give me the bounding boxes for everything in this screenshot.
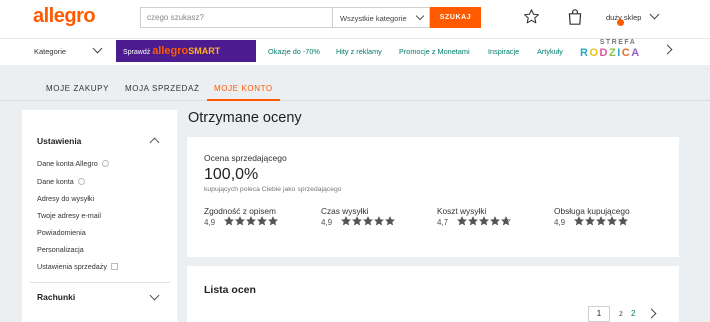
star-icon [607,216,617,226]
star-icon [246,216,256,226]
nav-link-hity[interactable]: Hity z reklamy [336,47,382,56]
star-icon [257,216,267,226]
smart-banner-prefix: Sprawdź [123,49,151,56]
categories-menu[interactable]: Kategorie [34,47,66,56]
star-icon [268,216,278,226]
star-icon [596,216,606,226]
category-select[interactable]: Wszystkie kategorie [332,7,430,28]
nav-link-okazje[interactable]: Okazje do -70% [268,47,320,56]
sidebar-item-adresy-wysylki[interactable]: Adresy do wysyłki [37,194,94,203]
ratings-list-title: Lista ocen [204,284,256,296]
page-total-link[interactable]: 2 [631,309,635,318]
star-icon [490,216,500,226]
strefa-line1: STREFA [599,39,637,46]
star-icon [363,216,373,226]
sidebar-section-ustawienia[interactable]: Ustawienia [37,136,81,146]
sidebar-divider [30,282,170,283]
category-select-label: Wszystkie kategorie [340,14,407,23]
page-number-input[interactable]: 1 [588,306,610,322]
metric-value: 4,9 [204,218,216,227]
metric-value: 4,9 [321,218,333,227]
shopping-bag-icon[interactable] [567,8,583,26]
external-link-icon [110,263,118,270]
tab-moje-konto[interactable]: MOJE KONTO [214,84,273,93]
strefa-rodzica-logo[interactable]: STREFA RODZICA [580,39,656,64]
metric-value: 4,7 [437,218,449,227]
star-icon [501,216,511,226]
sidebar-item-label: Dane konta Allegro [37,159,98,168]
nav-link-artykuly[interactable]: Artykuły [537,47,563,56]
star-icon [457,216,467,226]
smart-banner-suffix: SMART [188,46,221,56]
star-icon [618,216,628,226]
page-title: Otrzymane oceny [188,110,302,126]
metric-name: Obsługa kupującego [554,206,630,216]
rating-value: 100,0% [204,166,259,183]
star-icon [479,216,489,226]
star-rating [224,216,278,228]
star-icon [585,216,595,226]
rating-subtext: kupujących poleca Ciebie jako sprzedając… [204,186,342,193]
star-icon [235,216,245,226]
sidebar-section-rachunki[interactable]: Rachunki [37,292,75,302]
account-tabs [0,65,710,101]
metric-name: Koszt wysyłki [437,206,487,216]
metric-name: Czas wysyłki [321,206,369,216]
sidebar-item-dane-konta[interactable]: Dane konta [37,177,85,186]
nav-link-inspiracje[interactable]: Inspiracje [488,47,519,56]
allegro-smart-banner[interactable]: Sprawdź allegroSMART [116,40,256,62]
smart-banner-brand: allegro [152,45,189,57]
info-icon [77,178,85,185]
info-icon [101,160,109,167]
nav-link-promocje[interactable]: Promocje z Monetami [399,47,470,56]
metric-name: Zgodność z opisem [204,206,276,216]
rating-label: Ocena sprzedającego [204,153,287,163]
tab-moja-sprzedaz[interactable]: MOJA SPRZEDAŻ [125,84,199,93]
star-icon [574,216,584,226]
star-icon [374,216,384,226]
metric-value: 4,9 [554,218,566,227]
sidebar-item-powiadomienia[interactable]: Powiadomienia [37,228,86,237]
star-rating [574,216,628,228]
search-input[interactable]: czego szukasz? [140,7,332,28]
search-button[interactable]: SZUKAJ [430,7,481,28]
sidebar-item-label: Ustawienia sprzedaży [37,262,107,271]
star-rating [341,216,395,228]
star-rating [457,216,511,228]
sidebar-item-label: Dane konta [37,177,74,186]
sidebar-item-ustawienia-sprzedazy[interactable]: Ustawienia sprzedaży [37,262,118,271]
page-of-label: z [619,309,623,318]
star-icon [224,216,234,226]
strefa-line2: RODZICA [580,47,641,59]
star-icon [341,216,351,226]
star-icon [468,216,478,226]
sidebar-item-dane-konta-allegro[interactable]: Dane konta Allegro [37,159,109,168]
chevron-down-icon [415,11,425,21]
active-tab-indicator [207,99,280,101]
star-icon [385,216,395,226]
sidebar-item-adresy-email[interactable]: Twoje adresy e-mail [37,211,101,220]
tab-moje-zakupy[interactable]: MOJE ZAKUPY [46,84,109,93]
star-icon [352,216,362,226]
star-outline-icon[interactable] [523,8,540,25]
sidebar-item-personalizacja[interactable]: Personalizacja [37,245,84,254]
notification-badge [617,19,624,26]
allegro-logo[interactable]: allegro [33,5,96,28]
